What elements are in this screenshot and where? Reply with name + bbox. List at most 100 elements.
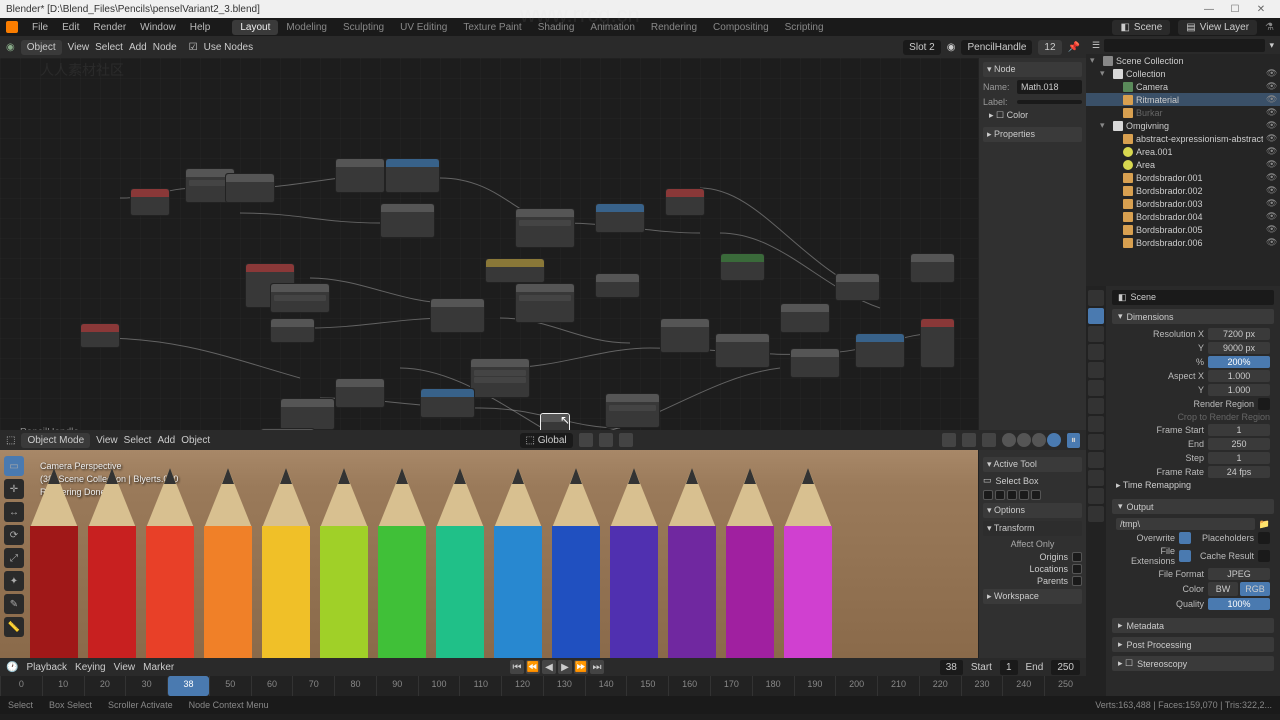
timeline-tick[interactable]: 130 — [543, 676, 585, 696]
xray-icon[interactable] — [982, 433, 996, 447]
node[interactable] — [270, 283, 330, 313]
node[interactable] — [335, 158, 385, 193]
close-icon[interactable]: ✕ — [1248, 4, 1274, 15]
timeline-tick[interactable]: 100 — [418, 676, 460, 696]
render-region-toggle[interactable] — [1258, 398, 1270, 410]
shading-rendered[interactable] — [1047, 433, 1061, 447]
cache-toggle[interactable] — [1258, 550, 1270, 562]
menu-help[interactable]: Help — [190, 22, 211, 33]
timeline-tick[interactable]: 30 — [125, 676, 167, 696]
outliner-item[interactable]: Camera👁 — [1086, 80, 1280, 93]
node-label-field[interactable] — [1017, 100, 1082, 104]
node[interactable] — [420, 388, 475, 418]
tab-render[interactable] — [1088, 290, 1104, 306]
aspect-x-field[interactable]: 1.000 — [1208, 370, 1270, 382]
tl-menu-playback[interactable]: Playback — [26, 662, 67, 673]
node[interactable] — [280, 398, 335, 430]
scene-selector[interactable]: ◧ Scene — [1112, 20, 1170, 35]
snap-icon[interactable] — [599, 433, 613, 447]
tool-move[interactable]: ↔ — [4, 502, 24, 522]
tab-object[interactable] — [1088, 380, 1104, 396]
node-canvas[interactable]: PencilHandle ↖ ▾ Node Name: Math.018 Lab… — [0, 58, 1086, 430]
vp-menu-object[interactable]: Object — [181, 435, 210, 446]
timeline-tick[interactable]: 180 — [752, 676, 794, 696]
aspect-y-field[interactable]: 1.000 — [1208, 384, 1270, 396]
tl-menu-view[interactable]: View — [114, 662, 136, 673]
editor-type-icon[interactable]: ◉ — [6, 42, 15, 53]
frame-end-field[interactable]: 250 — [1208, 438, 1270, 450]
vp-menu-select[interactable]: Select — [124, 435, 152, 446]
node[interactable] — [470, 358, 530, 398]
workspace-layout[interactable]: Layout — [232, 20, 278, 35]
transform-header[interactable]: ▾ Transform — [983, 521, 1082, 536]
timeline-tick[interactable]: 140 — [585, 676, 627, 696]
material-slot[interactable]: Slot 2 — [903, 40, 941, 55]
transform-orientation[interactable]: ⬚ Global — [520, 433, 573, 448]
editor-type-icon[interactable]: ⬚ — [6, 435, 15, 446]
tl-menu-marker[interactable]: Marker — [143, 662, 174, 673]
node-name-field[interactable]: Math.018 — [1017, 80, 1082, 94]
tool-scale[interactable]: ⤢ — [4, 548, 24, 568]
res-x-field[interactable]: 7200 px — [1208, 328, 1270, 340]
shading-options-icon[interactable]: ⏸ — [1067, 433, 1080, 448]
node[interactable] — [665, 188, 705, 216]
workspace-sculpting[interactable]: Sculpting — [335, 20, 392, 35]
tool-transform[interactable]: ✦ — [4, 571, 24, 591]
tab-viewlayer[interactable] — [1088, 326, 1104, 342]
tool-annotate[interactable]: ✎ — [4, 594, 24, 614]
editor-type-icon[interactable]: 🕐 — [6, 662, 18, 673]
workspace-scripting[interactable]: Scripting — [777, 20, 832, 35]
tab-texture[interactable] — [1088, 506, 1104, 522]
node[interactable] — [855, 333, 905, 368]
origins-toggle[interactable] — [1072, 552, 1082, 562]
workspace-uv[interactable]: UV Editing — [392, 20, 455, 35]
menu-file[interactable]: File — [32, 22, 48, 33]
timeline-tick[interactable]: 80 — [334, 676, 376, 696]
res-pct-field[interactable]: 200% — [1208, 356, 1270, 368]
tab-modifier[interactable] — [1088, 398, 1104, 414]
options-header[interactable]: ▾ Options — [983, 503, 1082, 518]
frame-rate-field[interactable]: 24 fps — [1208, 466, 1270, 478]
tab-output[interactable] — [1088, 308, 1104, 324]
mode-selector[interactable]: Object Mode — [21, 433, 90, 448]
frame-step-field[interactable]: 1 — [1208, 452, 1270, 464]
tool-select-box[interactable]: ▭ — [4, 456, 24, 476]
node-output[interactable] — [920, 318, 955, 368]
timeline-tick[interactable]: 190 — [794, 676, 836, 696]
node[interactable] — [130, 188, 170, 216]
outliner-item[interactable]: Area👁 — [1086, 158, 1280, 171]
node[interactable] — [835, 273, 880, 301]
tl-menu-keying[interactable]: Keying — [75, 662, 106, 673]
tab-particle[interactable] — [1088, 416, 1104, 432]
node-menu-select[interactable]: Select — [95, 42, 123, 53]
use-nodes-toggle[interactable]: Use Nodes — [204, 42, 253, 53]
workspace-compositing[interactable]: Compositing — [705, 20, 777, 35]
timeline-tick[interactable]: 90 — [376, 676, 418, 696]
postproc-header[interactable]: ▸ Post Processing — [1112, 637, 1274, 652]
timeline-tick[interactable]: 70 — [292, 676, 334, 696]
timeline-tick[interactable]: 150 — [626, 676, 668, 696]
maximize-icon[interactable]: ☐ — [1222, 4, 1248, 15]
proportional-icon[interactable] — [619, 433, 633, 447]
workspace-texture[interactable]: Texture Paint — [455, 20, 529, 35]
timeline-tick[interactable]: 230 — [961, 676, 1003, 696]
node[interactable] — [720, 253, 765, 281]
viewport-canvas[interactable]: ▭ ✛ ↔ ⟳ ⤢ ✦ ✎ 📏 Camera Perspective (38) … — [0, 450, 1086, 658]
keyframe-prev-icon[interactable]: ⏪ — [526, 660, 540, 674]
tab-material[interactable] — [1088, 488, 1104, 504]
timeline-tick[interactable]: 0 — [0, 676, 42, 696]
node-props-header[interactable]: ▸ Properties — [983, 127, 1082, 142]
workspace-modeling[interactable]: Modeling — [278, 20, 335, 35]
tab-physics[interactable] — [1088, 434, 1104, 450]
node[interactable] — [335, 378, 385, 408]
play-reverse-icon[interactable]: ◀ — [542, 660, 556, 674]
outliner-item[interactable]: ▾Collection👁 — [1086, 67, 1280, 80]
metadata-header[interactable]: ▸ Metadata — [1112, 618, 1274, 633]
color-bw-button[interactable]: BW — [1208, 582, 1238, 596]
node[interactable] — [595, 273, 640, 298]
tool-rotate[interactable]: ⟳ — [4, 525, 24, 545]
node[interactable] — [780, 303, 830, 333]
shading-wireframe[interactable] — [1002, 433, 1016, 447]
timeline-tick[interactable]: 220 — [919, 676, 961, 696]
current-frame-field[interactable]: 38 — [940, 660, 963, 675]
